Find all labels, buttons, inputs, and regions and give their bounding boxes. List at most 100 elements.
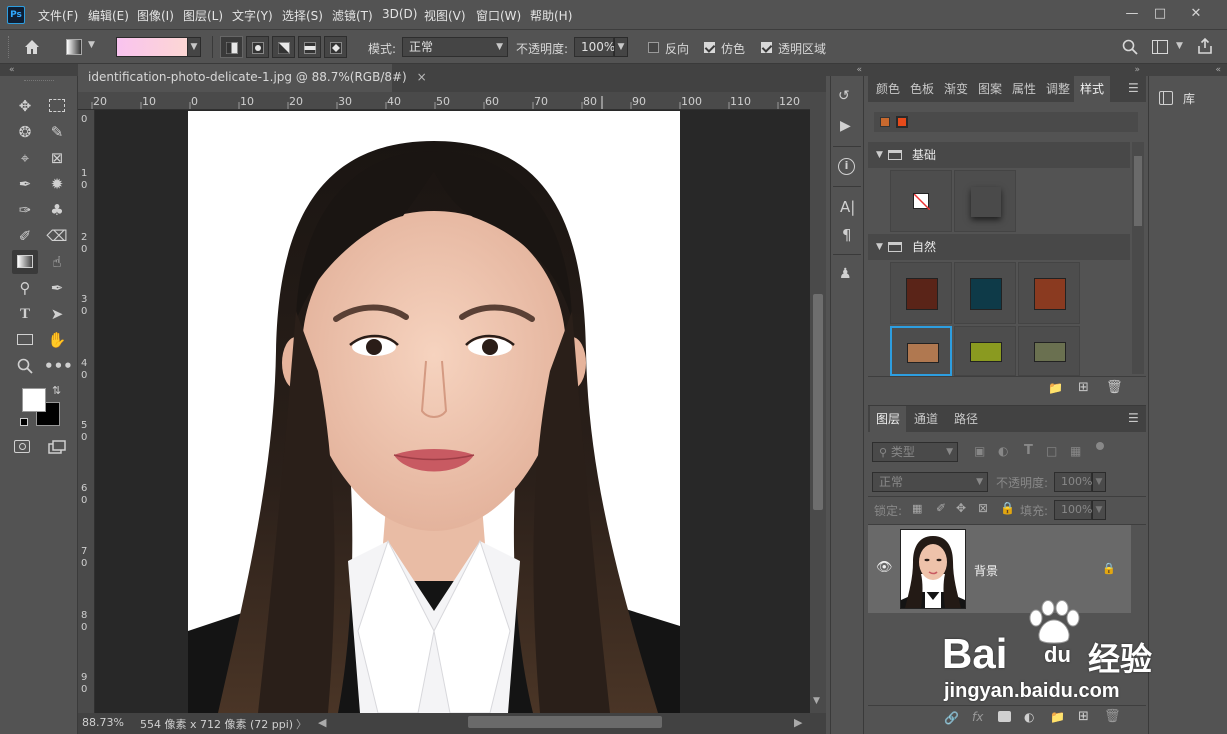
menu-3d[interactable]: 3D(D): [382, 7, 417, 21]
style-tile[interactable]: [890, 262, 952, 324]
delete-icon[interactable]: 🗑: [1106, 380, 1123, 395]
pixel-filter-icon[interactable]: ▣: [974, 444, 985, 458]
styles-scrollbar[interactable]: [1132, 142, 1144, 374]
path-selection-tool-icon[interactable]: ➤: [44, 302, 70, 326]
paragraph-icon[interactable]: ¶: [842, 226, 852, 244]
vertical-scrollbar[interactable]: ▼: [810, 92, 826, 713]
tab-gradients[interactable]: 渐变: [938, 76, 974, 102]
home-icon[interactable]: [22, 37, 42, 57]
menu-image[interactable]: 图像(I): [137, 7, 174, 24]
layer-row-background[interactable]: 👁 背景 🔒: [868, 525, 1131, 613]
lock-artboard-icon[interactable]: ⊠: [978, 501, 988, 515]
lock-position-icon[interactable]: ✥: [956, 501, 966, 515]
blend-mode-select[interactable]: 正常 ▼: [872, 472, 988, 492]
library-collapse-icon[interactable]: «: [1146, 64, 1227, 76]
scroll-left-icon[interactable]: ◀: [318, 716, 326, 729]
mode-select[interactable]: 正常 ▼: [402, 37, 508, 57]
style-tile[interactable]: [1018, 262, 1080, 324]
tab-adjustments[interactable]: 调整: [1040, 76, 1076, 102]
adjustment-layer-icon[interactable]: ◐: [1024, 710, 1034, 724]
gradient-tool-preset-icon[interactable]: [66, 39, 82, 55]
angle-gradient-button[interactable]: [272, 36, 295, 58]
minimize-button[interactable]: —: [1118, 5, 1146, 23]
tab-paths[interactable]: 路径: [948, 406, 984, 432]
tab-styles[interactable]: 样式: [1074, 76, 1111, 102]
filter-toggle-icon[interactable]: [1096, 442, 1104, 450]
close-tab-icon[interactable]: ×: [417, 70, 427, 84]
gradient-picker-swatch[interactable]: [116, 37, 188, 57]
scroll-right-icon[interactable]: ▶: [794, 716, 802, 729]
brush-tool-icon[interactable]: ✑: [12, 198, 38, 222]
status-menu-icon[interactable]: 〉: [296, 716, 307, 732]
panel-menu-icon[interactable]: ☰: [1128, 81, 1139, 95]
info-icon[interactable]: i: [838, 158, 855, 175]
toolbar-collapse-icon[interactable]: «: [0, 64, 78, 76]
zoom-tool-icon[interactable]: [12, 354, 38, 378]
style-group-nature[interactable]: ▼ 自然: [868, 234, 1130, 260]
tab-color[interactable]: 颜色: [870, 76, 906, 102]
add-mask-icon[interactable]: [998, 711, 1011, 722]
tab-patterns[interactable]: 图案: [972, 76, 1008, 102]
recent-style-icon[interactable]: [896, 116, 908, 128]
gradient-tool-icon[interactable]: [12, 250, 38, 274]
fill-dropdown[interactable]: ▼: [1092, 500, 1106, 520]
document-tab[interactable]: identification-photo-delicate-1.jpg @ 88…: [78, 64, 427, 92]
quick-mask-icon[interactable]: [14, 440, 30, 453]
opacity-input[interactable]: 100%: [574, 37, 615, 57]
layer-opacity-dropdown[interactable]: ▼: [1092, 472, 1106, 492]
gradient-dropdown-button[interactable]: ▼: [187, 37, 201, 57]
zoom-level[interactable]: 88.73%: [82, 716, 124, 729]
menu-window[interactable]: 窗口(W): [476, 7, 521, 24]
opacity-dropdown-button[interactable]: ▼: [614, 37, 628, 57]
history-brush-tool-icon[interactable]: ✐: [12, 224, 38, 248]
character-icon[interactable]: A|: [840, 198, 855, 216]
style-tile[interactable]: [954, 262, 1016, 324]
move-tool-icon[interactable]: ✥: [12, 94, 38, 118]
link-layers-icon[interactable]: 🔗: [944, 711, 959, 725]
lock-transparent-icon[interactable]: ▦: [912, 502, 922, 515]
reflected-gradient-button[interactable]: [298, 36, 321, 58]
menu-type[interactable]: 文字(Y): [232, 7, 273, 24]
style-tile[interactable]: [1018, 326, 1080, 376]
transparency-checkbox[interactable]: [761, 42, 772, 53]
type-filter-icon[interactable]: T: [1024, 443, 1033, 458]
tab-swatches[interactable]: 色板: [904, 76, 940, 102]
new-layer-icon[interactable]: ⊞: [1078, 709, 1089, 724]
menu-edit[interactable]: 编辑(E): [88, 7, 129, 24]
fx-icon[interactable]: fx: [972, 710, 983, 724]
horizontal-scroll-thumb[interactable]: [468, 716, 662, 728]
recent-style-icon[interactable]: [880, 117, 890, 127]
style-group-basic[interactable]: ▼ 基础: [868, 142, 1130, 168]
radial-gradient-button[interactable]: [246, 36, 269, 58]
default-colors-icon[interactable]: [20, 418, 28, 426]
dither-checkbox[interactable]: [704, 42, 715, 53]
canvas-area[interactable]: [95, 110, 810, 713]
eraser-tool-icon[interactable]: ⌫: [44, 224, 70, 248]
lock-pixels-icon[interactable]: ✐: [936, 501, 946, 515]
marquee-tool-icon[interactable]: [44, 94, 70, 118]
spot-healing-tool-icon[interactable]: ✹: [44, 172, 70, 196]
maximize-button[interactable]: □: [1146, 5, 1174, 23]
styles-scroll-thumb[interactable]: [1134, 156, 1142, 226]
type-tool-icon[interactable]: T: [12, 302, 38, 326]
swap-colors-icon[interactable]: ⇅: [52, 384, 61, 397]
layer-filter-select[interactable]: ⚲ 类型 ▼: [872, 442, 958, 462]
tab-properties[interactable]: 属性: [1006, 76, 1042, 102]
new-group-icon[interactable]: 📁: [1050, 710, 1065, 724]
rectangle-tool-icon[interactable]: [12, 328, 38, 352]
visibility-eye-icon[interactable]: 👁: [876, 560, 893, 575]
clone-source-icon[interactable]: ♟: [839, 266, 852, 282]
menu-layer[interactable]: 图层(L): [183, 7, 223, 24]
menu-file[interactable]: 文件(F): [38, 7, 78, 24]
menu-filter[interactable]: 滤镜(T): [332, 7, 373, 24]
style-none-tile[interactable]: [890, 170, 952, 232]
lasso-tool-icon[interactable]: ❂: [12, 120, 38, 144]
linear-gradient-button[interactable]: [220, 36, 243, 58]
clone-stamp-tool-icon[interactable]: ♣: [44, 198, 70, 222]
new-style-icon[interactable]: ⊞: [1078, 380, 1089, 395]
chevron-down-icon[interactable]: ▼: [88, 40, 95, 50]
style-tile[interactable]: [954, 326, 1016, 376]
adjustment-filter-icon[interactable]: ◐: [998, 444, 1008, 458]
menu-select[interactable]: 选择(S): [282, 7, 323, 24]
quick-selection-tool-icon[interactable]: ✎: [44, 120, 70, 144]
